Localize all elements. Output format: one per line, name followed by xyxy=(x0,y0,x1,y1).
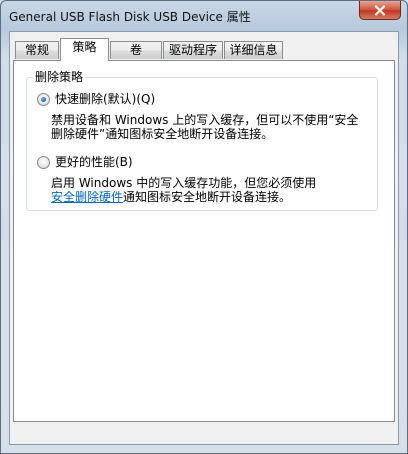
quick-removal-desc-line1: 禁用设备和 Windows 上的写入缓存，但可以不使用“安全 xyxy=(51,113,359,127)
better-performance-desc-line2-rest: 通知图标安全地断开设备连接。 xyxy=(123,190,292,204)
tab-driver[interactable]: 驱动程序 xyxy=(163,41,223,59)
policy-tab-panel: 删除策略 快速删除(默认)(Q) 禁用设备和 Windows 上的写入缓存，但可… xyxy=(13,60,395,422)
better-performance-desc-line1: 启用 Windows 中的写入缓存功能，但您必须使用 xyxy=(51,176,317,190)
tab-policy[interactable]: 策略 xyxy=(60,38,109,61)
quick-removal-radio[interactable] xyxy=(37,92,50,106)
tab-details[interactable]: 详细信息 xyxy=(224,41,283,59)
quick-removal-desc-line2: 删除硬件”通知图标安全地断开设备连接。 xyxy=(51,127,274,141)
safely-remove-hardware-link[interactable]: 安全删除硬件 xyxy=(51,190,123,204)
tab-strip: 常规 策略 卷 驱动程序 详细信息 xyxy=(13,38,397,61)
quick-removal-option[interactable]: 快速删除(默认)(Q) xyxy=(37,92,155,106)
quick-removal-description: 禁用设备和 Windows 上的写入缓存，但可以不使用“安全 删除硬件”通知图标… xyxy=(51,113,371,141)
radio-selected-dot-icon xyxy=(41,96,46,102)
close-button[interactable] xyxy=(359,1,401,20)
better-performance-label[interactable]: 更好的性能(B) xyxy=(55,155,133,169)
better-performance-description: 启用 Windows 中的写入缓存功能，但您必须使用 安全删除硬件通知图标安全地… xyxy=(51,176,371,204)
close-icon xyxy=(374,4,386,16)
title-bar[interactable]: General USB Flash Disk USB Device 属性 xyxy=(1,1,407,31)
removal-policy-group-title: 删除策略 xyxy=(33,70,86,84)
dialog-client-area: 常规 策略 卷 驱动程序 详细信息 删除策略 快速删除(默认)(Q) 禁用设备和… xyxy=(9,31,399,445)
properties-window: General USB Flash Disk USB Device 属性 常规 … xyxy=(0,0,408,454)
window-title: General USB Flash Disk USB Device 属性 xyxy=(9,10,251,24)
better-performance-option[interactable]: 更好的性能(B) xyxy=(37,155,133,169)
tab-volume[interactable]: 卷 xyxy=(110,41,162,59)
better-performance-radio[interactable] xyxy=(37,155,50,169)
quick-removal-label[interactable]: 快速删除(默认)(Q) xyxy=(55,92,155,106)
better-performance-desc-line2: 安全删除硬件通知图标安全地断开设备连接。 xyxy=(51,190,371,204)
tab-general[interactable]: 常规 xyxy=(15,41,59,59)
removal-policy-group: 删除策略 快速删除(默认)(Q) 禁用设备和 Windows 上的写入缓存，但可… xyxy=(26,70,378,211)
